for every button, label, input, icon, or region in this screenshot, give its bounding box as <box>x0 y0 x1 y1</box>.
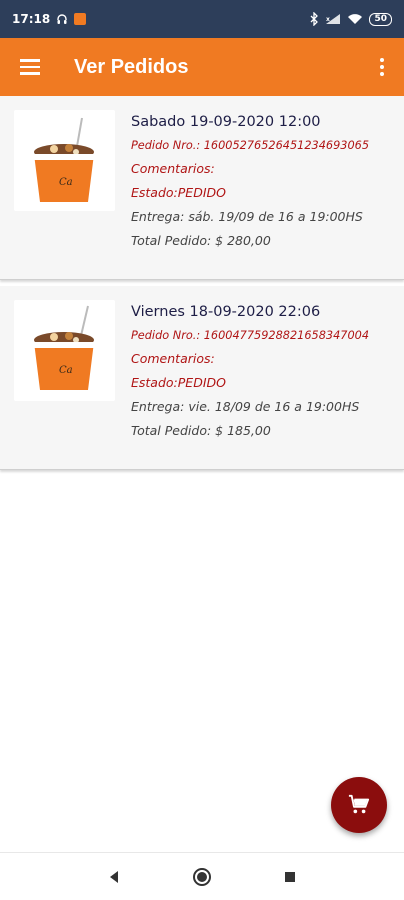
recents-icon <box>285 871 295 882</box>
order-total: Total Pedido: $ 185,00 <box>131 423 271 438</box>
more-vert-icon <box>380 58 384 62</box>
system-nav-bar <box>0 852 404 900</box>
order-delivery: Entrega: sáb. 19/09 de 16 a 19:00HS <box>131 209 363 224</box>
status-time: 17:18 <box>12 12 51 26</box>
cart-icon <box>348 794 370 814</box>
cart-button[interactable] <box>331 777 387 833</box>
menu-icon <box>20 57 40 77</box>
bluetooth-icon <box>311 12 319 26</box>
order-total: Total Pedido: $ 280,00 <box>131 233 271 248</box>
order-info: Sabado 19-09-2020 12:00 Pedido Nro.: 160… <box>131 114 398 257</box>
signal-icon: x <box>326 14 341 24</box>
order-card[interactable]: Ca Viernes 18-09-2020 22:06 Pedido Nro.:… <box>0 286 404 470</box>
order-date: Sabado 19-09-2020 12:00 <box>131 114 321 130</box>
order-comments: Comentarios: <box>131 161 215 176</box>
svg-text:Ca: Ca <box>59 177 73 188</box>
order-card[interactable]: Ca Sabado 19-09-2020 12:00 Pedido Nro.: … <box>0 96 404 280</box>
nav-home-button[interactable] <box>187 862 217 892</box>
order-date: Viernes 18-09-2020 22:06 <box>131 304 321 320</box>
order-info: Viernes 18-09-2020 22:06 Pedido Nro.: 16… <box>131 304 398 447</box>
order-number: Pedido Nro.: 16005276526451234693065 <box>131 139 370 152</box>
order-number: Pedido Nro.: 16004775928821658347004 <box>131 329 370 342</box>
order-comments: Comentarios: <box>131 351 215 366</box>
order-delivery: Entrega: vie. 18/09 de 16 a 19:00HS <box>131 399 360 414</box>
wifi-icon <box>348 14 363 24</box>
product-image: Ca <box>14 110 115 211</box>
back-icon <box>110 870 118 883</box>
headset-icon <box>57 14 67 24</box>
orders-list: Ca Sabado 19-09-2020 12:00 Pedido Nro.: … <box>0 96 404 476</box>
svg-text:x: x <box>326 16 330 23</box>
page-title: Ver Pedidos <box>74 55 189 78</box>
nav-back-button[interactable] <box>99 862 129 892</box>
more-options-button[interactable] <box>360 38 404 96</box>
menu-button[interactable] <box>0 38 60 96</box>
battery-indicator: 50 <box>369 12 392 26</box>
status-bar: 17:18 x 50 <box>0 0 404 38</box>
app-notification-icon <box>74 13 87 25</box>
order-status: Estado:PEDIDO <box>131 375 226 390</box>
home-icon <box>193 867 211 886</box>
product-image: Ca <box>14 300 115 401</box>
nav-recents-button[interactable] <box>275 862 305 892</box>
order-status: Estado:PEDIDO <box>131 185 226 200</box>
svg-text:Ca: Ca <box>59 365 73 376</box>
app-bar: Ver Pedidos <box>0 38 404 96</box>
